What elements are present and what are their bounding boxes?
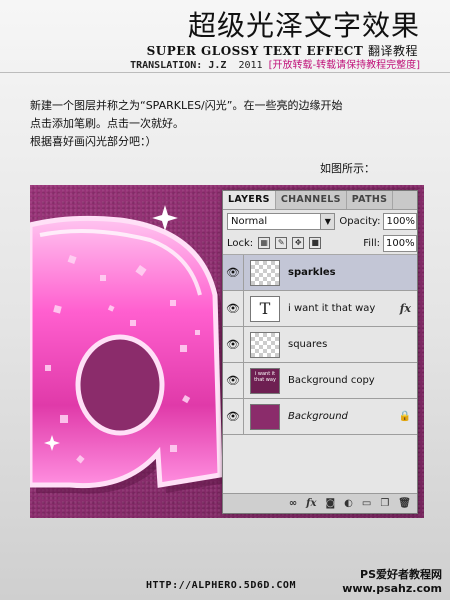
- text-layer-thumbnail: T: [250, 295, 280, 322]
- eye-icon[interactable]: 👁: [223, 255, 244, 290]
- instruction-line-3: 根据喜好画闪光部分吧：）: [30, 135, 157, 148]
- layer-name: squares: [288, 339, 328, 350]
- lock-icon: 🔒: [398, 411, 411, 422]
- lock-all-icon[interactable]: ■: [309, 237, 322, 249]
- instruction-line-2: 点击添加笔刷。点击一次就好。: [30, 117, 184, 130]
- lock-row: Lock: ▦ ✎ ✥ ■ Fill: 100%: [223, 232, 417, 255]
- layer-squares[interactable]: 👁 squares: [223, 327, 417, 363]
- eye-icon[interactable]: 👁: [223, 291, 244, 326]
- layer-thumbnail: [250, 259, 280, 286]
- year: 2011: [238, 60, 263, 71]
- lock-transparent-icon[interactable]: ▦: [258, 237, 271, 249]
- layer-sparkles[interactable]: 👁 sparkles: [223, 255, 417, 291]
- layer-name: sparkles: [288, 267, 336, 278]
- lock-label: Lock:: [227, 237, 254, 249]
- fill-input[interactable]: 100%: [383, 234, 417, 252]
- footer-url: HTTP://ALPHERO.5D6D.COM: [146, 580, 296, 591]
- opacity-label: Opacity:: [339, 215, 381, 227]
- layer-background[interactable]: 👁 Background 🔒: [223, 399, 417, 435]
- repost-notice: [开放转载-转载请保持教程完整度]: [268, 60, 420, 71]
- tab-layers[interactable]: LAYERS: [223, 191, 276, 209]
- eye-icon[interactable]: 👁: [223, 399, 244, 434]
- chevron-down-icon: ▼: [320, 213, 335, 229]
- credit-line: TRANSLATION: J.Z 2011 [开放转载-转载请保持教程完整度]: [130, 56, 420, 71]
- lock-move-icon[interactable]: ✥: [292, 237, 305, 249]
- layer-text[interactable]: 👁 T i want it that way fx: [223, 291, 417, 327]
- watermark-line-2: www.psahz.com: [342, 582, 442, 595]
- blend-mode-select[interactable]: Normal ▼: [227, 212, 336, 230]
- panel-tabs: LAYERS CHANNELS PATHS: [223, 191, 417, 210]
- fill-group: Fill: 100%: [363, 234, 417, 252]
- adjustment-icon[interactable]: ◐: [344, 498, 353, 509]
- blend-mode-value: Normal: [231, 215, 268, 227]
- layers-panel: LAYERS CHANNELS PATHS Normal ▼ Opacity: …: [222, 190, 418, 514]
- layer-thumbnail: [250, 331, 280, 358]
- letter-a-counter: [75, 334, 165, 436]
- opacity-input[interactable]: 100%: [383, 212, 417, 230]
- folder-icon[interactable]: ▭: [362, 498, 371, 509]
- header-divider: [0, 72, 450, 73]
- layer-name: Background: [288, 411, 348, 422]
- figure-caption: 如图所示：: [320, 162, 375, 175]
- watermark-line-1: PS爱好者教程网: [360, 568, 442, 581]
- image-layer-thumbnail: i want it that way: [250, 367, 280, 394]
- fill-label: Fill:: [363, 237, 380, 249]
- eye-icon[interactable]: 👁: [223, 363, 244, 398]
- mask-icon[interactable]: ◙: [325, 498, 335, 509]
- fx-icon[interactable]: fx: [400, 302, 411, 315]
- eye-icon[interactable]: 👁: [223, 327, 244, 362]
- blend-row: Normal ▼ Opacity: 100%: [223, 210, 417, 232]
- fx-button-icon[interactable]: fx: [306, 498, 316, 509]
- link-icon[interactable]: ∞: [289, 498, 297, 509]
- tab-paths[interactable]: PATHS: [347, 191, 394, 209]
- lock-paint-icon[interactable]: ✎: [275, 237, 288, 249]
- translator: TRANSLATION: J.Z: [130, 60, 227, 71]
- layer-name: i want it that way: [288, 303, 376, 314]
- panel-bottom-bar: ∞ fx ◙ ◐ ▭ ❐ 🗑: [223, 493, 417, 513]
- new-layer-icon[interactable]: ❐: [380, 498, 389, 509]
- layer-name: Background copy: [288, 375, 375, 386]
- tab-channels[interactable]: CHANNELS: [276, 191, 347, 209]
- trash-icon[interactable]: 🗑: [398, 498, 411, 509]
- page-title-zh: 超级光泽文字效果: [187, 9, 420, 42]
- layer-thumbnail: [250, 403, 280, 430]
- instructions: 新建一个图层并称之为“SPARKLES/闪光”。在一些亮的边缘开始 点击添加笔刷…: [30, 97, 430, 151]
- instruction-line-1: 新建一个图层并称之为“SPARKLES/闪光”。在一些亮的边缘开始: [30, 99, 343, 112]
- layer-list: 👁 sparkles 👁 T i want it that way fx 👁 s…: [223, 255, 417, 435]
- layer-background-copy[interactable]: 👁 i want it that way Background copy: [223, 363, 417, 399]
